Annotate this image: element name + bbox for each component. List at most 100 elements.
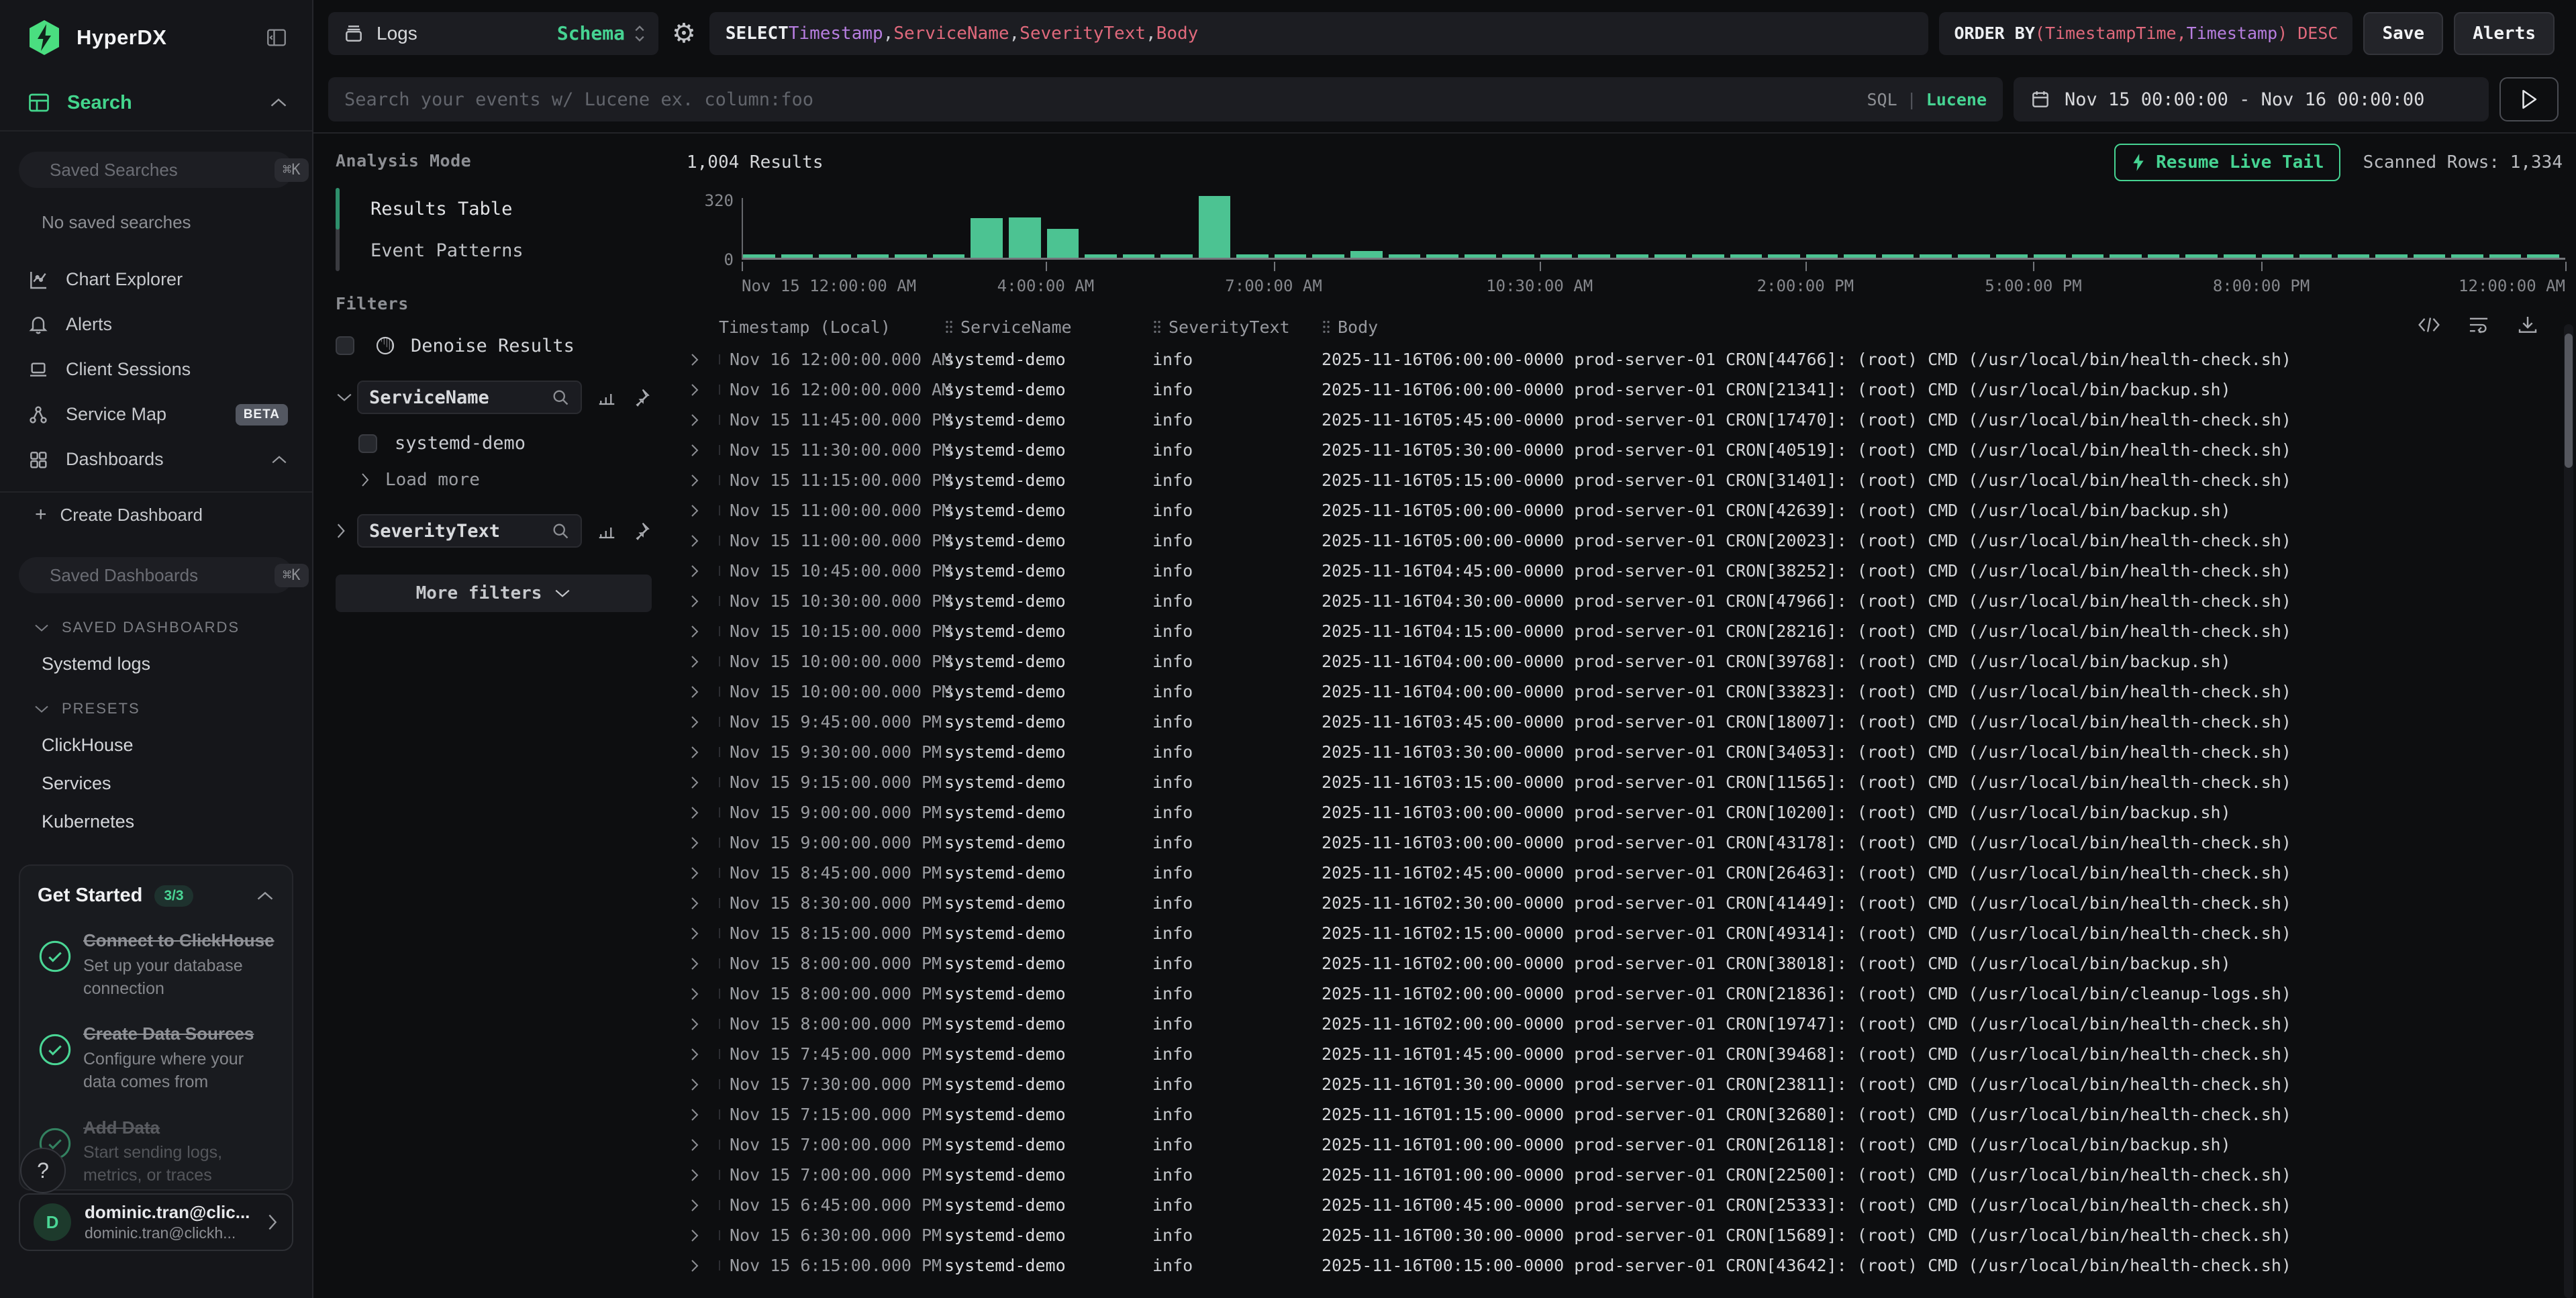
expand-row-icon[interactable]: [684, 926, 719, 942]
expand-row-icon[interactable]: [684, 654, 719, 670]
scrollbar-thumb[interactable]: [2565, 334, 2573, 468]
resume-live-tail-button[interactable]: Resume Live Tail: [2114, 144, 2340, 181]
expand-row-icon[interactable]: [684, 835, 719, 851]
expand-row-icon[interactable]: [684, 352, 719, 368]
sidebar-item-kubernetes[interactable]: Kubernetes: [42, 811, 312, 832]
expand-row-icon[interactable]: [684, 956, 719, 972]
sidebar-item-client-sessions[interactable]: Client Sessions: [0, 347, 312, 392]
drag-handle-icon[interactable]: [1152, 319, 1162, 334]
chevron-right-icon[interactable]: [336, 522, 356, 540]
pin-icon[interactable]: [632, 387, 652, 407]
pin-icon[interactable]: [632, 521, 652, 541]
event-search-box[interactable]: SQL | Lucene: [328, 77, 2003, 121]
chevron-up-icon[interactable]: [270, 454, 288, 465]
table-row[interactable]: Nov 15 8:00:00.000 PM systemd-demo info …: [684, 979, 2576, 1009]
expand-row-icon[interactable]: [684, 472, 719, 489]
table-row[interactable]: Nov 15 9:00:00.000 PM systemd-demo info …: [684, 828, 2576, 858]
section-saved-dashboards[interactable]: SAVED DASHBOARDS: [34, 619, 312, 636]
get-started-step[interactable]: Add Data Start sending logs, metrics, or…: [38, 1117, 275, 1187]
run-query-button[interactable]: [2499, 77, 2559, 121]
expand-row-icon[interactable]: [684, 1197, 719, 1213]
table-row[interactable]: Nov 16 12:00:00.000 AM systemd-demo info…: [684, 344, 2576, 375]
expand-row-icon[interactable]: [684, 623, 719, 640]
schema-select[interactable]: Schema: [557, 22, 625, 44]
servicename-value-label[interactable]: systemd-demo: [395, 433, 526, 454]
table-row[interactable]: Nov 15 7:15:00.000 PM systemd-demo info …: [684, 1099, 2576, 1130]
section-presets[interactable]: PRESETS: [34, 700, 312, 717]
sidebar-item-systemd-logs[interactable]: Systemd logs: [42, 654, 312, 675]
source-settings-gear-icon[interactable]: ⚙: [669, 20, 699, 47]
denoise-checkbox[interactable]: [336, 336, 354, 355]
chevron-up-icon[interactable]: [269, 97, 288, 109]
expand-row-icon[interactable]: [684, 775, 719, 791]
table-row[interactable]: Nov 15 8:30:00.000 PM systemd-demo info …: [684, 888, 2576, 918]
table-row[interactable]: Nov 15 9:30:00.000 PM systemd-demo info …: [684, 737, 2576, 767]
table-row[interactable]: Nov 15 11:00:00.000 PM systemd-demo info…: [684, 495, 2576, 526]
expand-row-icon[interactable]: [684, 533, 719, 549]
source-select[interactable]: Logs Schema: [328, 12, 658, 55]
table-row[interactable]: Nov 15 8:00:00.000 PM systemd-demo info …: [684, 1009, 2576, 1039]
expand-row-icon[interactable]: [684, 865, 719, 881]
table-row[interactable]: Nov 15 8:45:00.000 PM systemd-demo info …: [684, 858, 2576, 888]
table-row[interactable]: Nov 15 11:15:00.000 PM systemd-demo info…: [684, 465, 2576, 495]
drag-handle-icon[interactable]: [1322, 319, 1331, 334]
column-header-timestamp[interactable]: Timestamp (Local): [719, 317, 944, 337]
chevron-up-icon[interactable]: [256, 890, 275, 902]
sidebar-item-chart-explorer[interactable]: Chart Explorer: [0, 257, 312, 302]
expand-row-icon[interactable]: [684, 744, 719, 760]
table-row[interactable]: Nov 15 9:00:00.000 PM systemd-demo info …: [684, 797, 2576, 828]
bar-chart-icon[interactable]: [597, 521, 617, 541]
load-more-button[interactable]: Load more: [360, 470, 652, 490]
expand-row-icon[interactable]: [684, 442, 719, 458]
search-icon[interactable]: [551, 521, 570, 540]
sidebar-item-service-map[interactable]: Service Map BETA: [0, 392, 312, 437]
expand-row-icon[interactable]: [684, 382, 719, 398]
expand-row-icon[interactable]: [684, 1046, 719, 1062]
table-row[interactable]: Nov 15 11:00:00.000 PM systemd-demo info…: [684, 526, 2576, 556]
saved-searches-input[interactable]: [50, 160, 275, 181]
sidebar-item-services[interactable]: Services: [42, 773, 312, 794]
user-menu[interactable]: D dominic.tran@clic... dominic.tran@clic…: [19, 1193, 293, 1251]
results-scrollbar[interactable]: [2564, 324, 2573, 1298]
drag-handle-icon[interactable]: [944, 319, 954, 334]
mode-lucene-toggle[interactable]: Lucene: [1926, 90, 1987, 109]
expand-row-icon[interactable]: [684, 684, 719, 700]
save-button[interactable]: Save: [2363, 12, 2443, 55]
table-row[interactable]: Nov 15 9:45:00.000 PM systemd-demo info …: [684, 707, 2576, 737]
search-icon[interactable]: [551, 388, 570, 407]
table-row[interactable]: Nov 15 10:00:00.000 PM systemd-demo info…: [684, 677, 2576, 707]
expand-row-icon[interactable]: [684, 895, 719, 911]
expand-row-icon[interactable]: [684, 593, 719, 609]
table-row[interactable]: Nov 15 6:45:00.000 PM systemd-demo info …: [684, 1190, 2576, 1220]
expand-row-icon[interactable]: [684, 1167, 719, 1183]
expand-row-icon[interactable]: [684, 1228, 719, 1244]
table-row[interactable]: Nov 15 7:00:00.000 PM systemd-demo info …: [684, 1160, 2576, 1190]
expand-row-icon[interactable]: [684, 563, 719, 579]
sidebar-collapse-icon[interactable]: [265, 26, 288, 49]
expand-row-icon[interactable]: [684, 412, 719, 428]
table-row[interactable]: Nov 15 10:30:00.000 PM systemd-demo info…: [684, 586, 2576, 616]
expand-row-icon[interactable]: [684, 714, 719, 730]
table-row[interactable]: Nov 15 7:00:00.000 PM systemd-demo info …: [684, 1130, 2576, 1160]
expand-row-icon[interactable]: [684, 1077, 719, 1093]
table-row[interactable]: Nov 15 10:45:00.000 PM systemd-demo info…: [684, 556, 2576, 586]
column-header-severitytext[interactable]: SeverityText: [1152, 317, 1322, 337]
date-range-picker[interactable]: Nov 15 00:00:00 - Nov 16 00:00:00: [2014, 77, 2489, 121]
servicename-value-checkbox[interactable]: [358, 434, 377, 453]
saved-dashboards-search[interactable]: ⌘K: [19, 557, 293, 593]
mode-sql-toggle[interactable]: SQL: [1867, 90, 1897, 109]
expand-row-icon[interactable]: [684, 1258, 719, 1274]
get-started-step[interactable]: Create Data Sources Configure where your…: [38, 1023, 275, 1093]
table-row[interactable]: Nov 15 8:15:00.000 PM systemd-demo info …: [684, 918, 2576, 948]
sidebar-item-search[interactable]: Search: [0, 75, 312, 132]
help-button[interactable]: ?: [20, 1148, 66, 1193]
severitytext-filter-box[interactable]: SeverityText: [357, 514, 582, 548]
table-row[interactable]: Nov 16 12:00:00.000 AM systemd-demo info…: [684, 375, 2576, 405]
table-row[interactable]: Nov 15 11:30:00.000 PM systemd-demo info…: [684, 435, 2576, 465]
expand-row-icon[interactable]: [684, 805, 719, 821]
alerts-button[interactable]: Alerts: [2454, 12, 2555, 55]
expand-row-icon[interactable]: [684, 1107, 719, 1123]
table-row[interactable]: Nov 15 6:30:00.000 PM systemd-demo info …: [684, 1220, 2576, 1250]
table-row[interactable]: Nov 15 10:15:00.000 PM systemd-demo info…: [684, 616, 2576, 646]
table-row[interactable]: Nov 15 11:45:00.000 PM systemd-demo info…: [684, 405, 2576, 435]
